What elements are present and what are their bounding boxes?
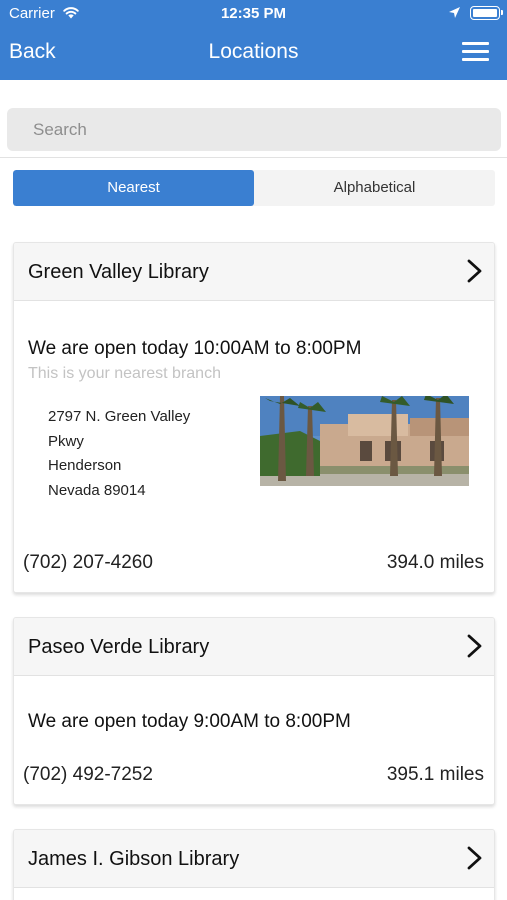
distance: 394.0 miles — [386, 552, 484, 573]
opening-hours: We are open today 10:00AM to 8:00PM — [28, 338, 362, 359]
address-line: Henderson — [48, 457, 122, 474]
sort-segmented-control: Nearest Alphabetical — [13, 170, 495, 206]
chevron-right-icon[interactable] — [462, 634, 486, 658]
search-placeholder: Search — [33, 120, 87, 139]
chevron-right-icon[interactable] — [462, 259, 486, 283]
location-card[interactable]: Green Valley Library We are open today 1… — [13, 242, 495, 593]
divider — [0, 157, 507, 158]
segment-alphabetical[interactable]: Alphabetical — [254, 170, 495, 206]
location-name: Paseo Verde Library — [28, 636, 210, 658]
opening-hours: We are open today 9:00AM to 8:00PM — [28, 711, 351, 732]
chevron-right-icon[interactable] — [462, 846, 486, 870]
location-arrow-icon — [449, 7, 460, 18]
status-bar: Carrier 12:35 PM — [0, 0, 507, 28]
segment-nearest[interactable]: Nearest — [13, 170, 254, 206]
phone-number[interactable]: (702) 207-4260 — [23, 552, 153, 574]
address: 2797 N. Green Valley Pkwy Henderson Neva… — [48, 405, 190, 503]
status-time: 12:35 PM — [220, 5, 287, 22]
address-line: Nevada 89014 — [48, 481, 146, 499]
location-card-header[interactable]: Paseo Verde Library — [14, 618, 494, 676]
page-title: Locations — [208, 40, 299, 63]
location-card-header[interactable]: James I. Gibson Library — [14, 830, 494, 888]
search-input[interactable]: Search — [7, 108, 501, 151]
location-card[interactable]: James I. Gibson Library — [13, 829, 495, 900]
library-photo — [260, 396, 469, 486]
top-bar: Carrier 12:35 PM Back Locations — [0, 0, 507, 80]
hamburger-menu-icon[interactable] — [462, 42, 489, 62]
location-card[interactable]: Paseo Verde Library We are open today 9:… — [13, 617, 495, 805]
location-card-header[interactable]: Green Valley Library — [14, 243, 494, 301]
nearest-branch-note: This is your nearest branch — [28, 365, 221, 382]
distance: 395.1 miles — [386, 764, 484, 785]
location-name: James I. Gibson Library — [28, 848, 240, 870]
address-line: 2797 N. Green Valley — [48, 408, 191, 425]
phone-number[interactable]: (702) 492-7252 — [23, 764, 153, 786]
address-line: Pkwy — [48, 432, 84, 450]
location-name: Green Valley Library — [28, 261, 209, 283]
battery-icon — [470, 6, 503, 20]
